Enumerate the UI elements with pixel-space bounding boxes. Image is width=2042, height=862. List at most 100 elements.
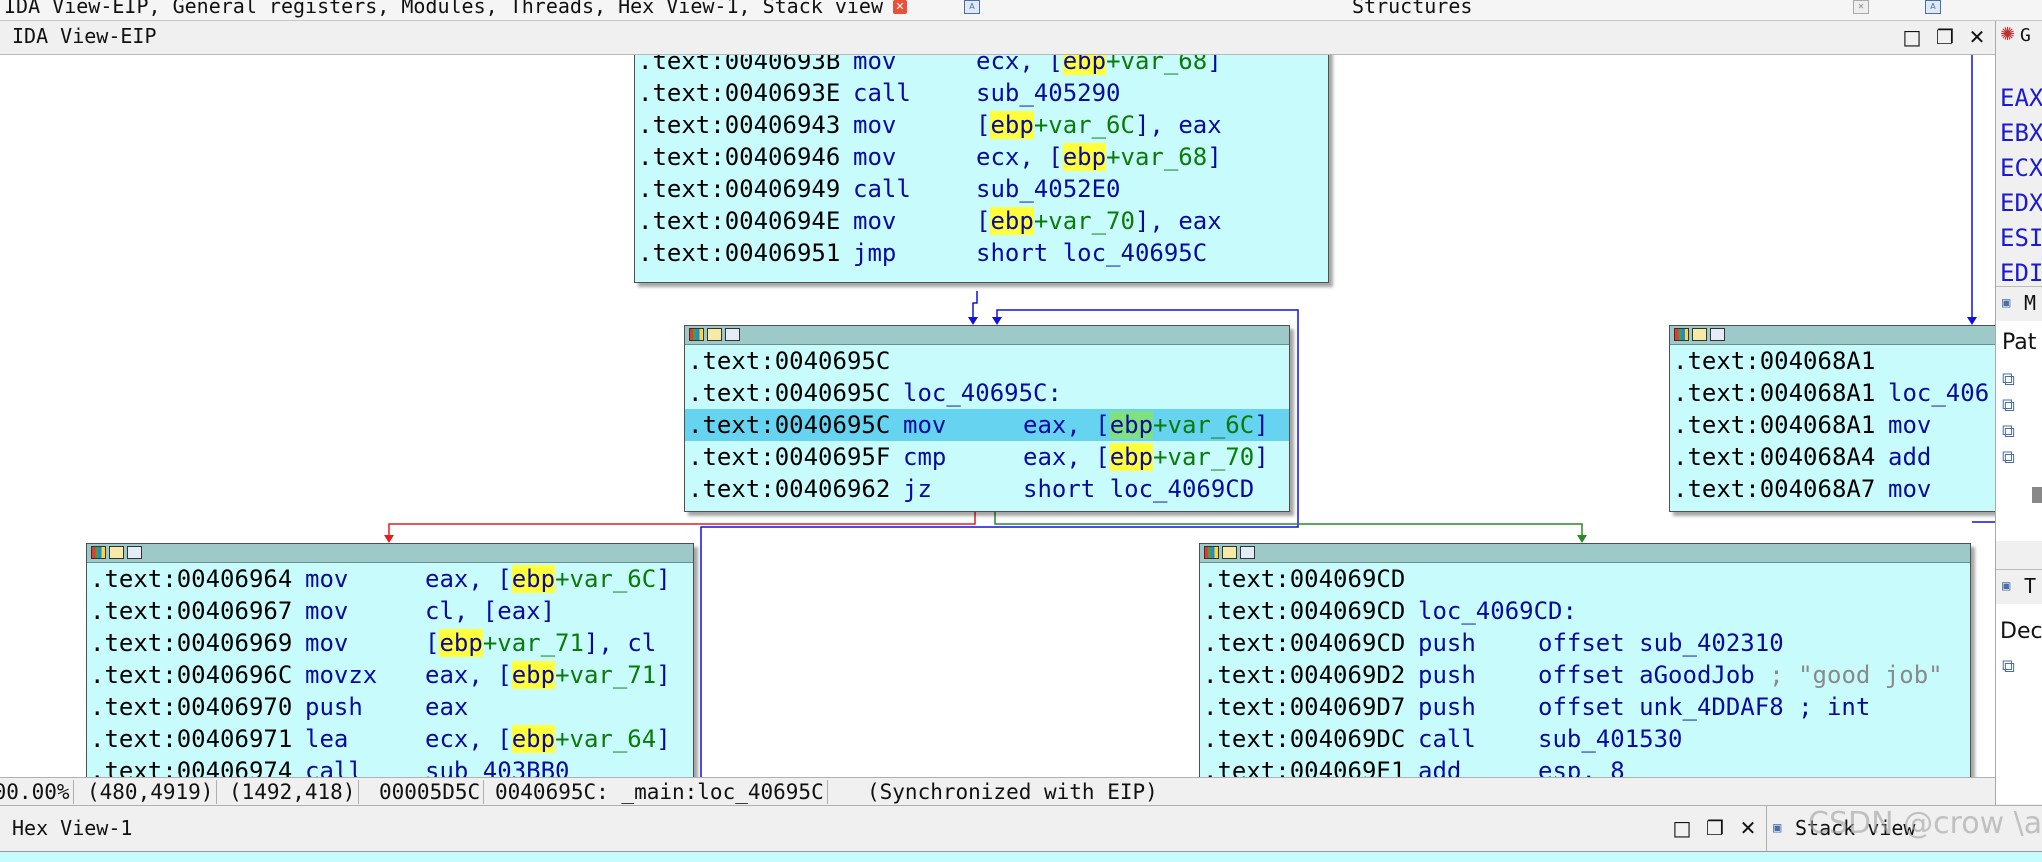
color-icon[interactable] [1674,328,1689,341]
code-operand[interactable]: eax, [ [1023,411,1110,439]
code-operand[interactable]: ], eax [1135,207,1222,235]
code-line[interactable]: .text:004069D7 push offset unk_4DDAF8 ; in… [1200,691,1970,723]
code-block-top[interactable]: .text:0040693B mov ecx, [ebp+var_68] .text:… [634,55,1329,283]
code-operand[interactable]: eax, [ [425,661,512,689]
code-line[interactable]: .text:0040694E mov [ebp+var_70], eax [635,205,1328,237]
code-operand[interactable]: ecx, [ [425,725,512,753]
code-variable[interactable]: +var_6C [1034,111,1135,139]
code-variable[interactable]: +var_68 [1106,55,1207,75]
code-operand[interactable]: ], cl [584,629,656,657]
code-operand[interactable]: short loc_4069CD [1023,475,1254,503]
code-line[interactable]: .text:00406969 mov [ebp+var_71], cl [87,627,693,659]
code-comment[interactable]: ; "good job" [1755,661,1942,689]
code-line[interactable]: .text:004069DC call sub_401530 [1200,723,1970,755]
code-line[interactable]: .text:0040695C [685,345,1289,377]
code-line[interactable]: .text:0040695F cmp eax, [ebp+var_70] [685,441,1289,473]
register-ebx[interactable]: EBX [2000,119,2042,147]
register-highlight[interactable]: ebp [511,661,556,689]
restore-button[interactable]: ❐ [1703,816,1727,840]
code-operand[interactable]: offset unk_4DDAF8 ; int [1538,693,1870,721]
code-variable[interactable]: +var_70 [1034,207,1135,235]
code-line[interactable]: .text:0040693B mov ecx, [ebp+var_68] [635,55,1328,77]
code-line[interactable]: .text:004069CD [1200,563,1970,595]
hex-view-title[interactable]: Hex View-1 [12,816,132,840]
code-operand[interactable]: eax, [ [1023,443,1110,471]
register-highlight[interactable]: ebp [1062,55,1107,75]
code-line[interactable]: .text:00406962 jz short loc_4069CD [685,473,1289,505]
code-variable[interactable]: +var_68 [1106,143,1207,171]
graph-icon[interactable] [1710,328,1725,341]
tab-ida-view-group[interactable]: IDA View-EIP, General registers, Modules… [4,0,883,18]
code-operand[interactable]: [ [976,111,990,139]
code-line[interactable]: .text:004068A4 add [1670,441,1995,473]
code-operand[interactable]: ] [1207,55,1221,75]
code-variable[interactable]: +var_6C [555,565,656,593]
code-operand[interactable]: ] [1254,443,1268,471]
code-line[interactable]: .text:004069CD loc_4069CD: [1200,595,1970,627]
register-highlight[interactable]: ebp [439,629,483,657]
graph-icon[interactable] [1240,546,1255,559]
code-operand[interactable]: sub_401530 [1538,725,1683,753]
code-line[interactable]: .text:00406974 call sub_403BB0 [87,755,693,777]
code-line[interactable]: .text:00406951 jmp short loc_40695C [635,237,1328,269]
code-line[interactable]: .text:00406971 lea ecx, [ebp+var_64] [87,723,693,755]
code-line[interactable]: .text:00406949 call sub_4052E0 [635,173,1328,205]
color-icon[interactable] [689,328,704,341]
code-operand[interactable]: sub_4052E0 [976,175,1121,203]
tab-structures[interactable]: Structures [1352,0,1472,18]
edit-icon[interactable] [1222,546,1237,559]
node-header[interactable] [1200,544,1970,563]
code-line[interactable]: .text:004069CD push offset sub_402310 [1200,627,1970,659]
color-icon[interactable] [1204,546,1219,559]
code-operand[interactable]: cl, [eax] [425,597,555,625]
code-line[interactable]: .text:004068A7 mov [1670,473,1995,505]
node-header[interactable] [1670,326,1995,345]
code-operand[interactable]: esp, 8 [1538,757,1625,777]
code-variable[interactable]: +var_64 [555,725,656,753]
register-edx[interactable]: EDX [2000,189,2042,217]
code-variable[interactable]: +var_71 [555,661,656,689]
code-block-loc-40695c[interactable]: .text:0040695C .text:0040695C loc_40695C:.… [684,325,1290,512]
close-button[interactable]: ✕ [1736,816,1760,840]
register-highlight[interactable]: ebp [1109,411,1154,439]
register-highlight[interactable]: ebp [511,565,556,593]
close-icon[interactable]: ✕ [893,0,907,14]
code-line[interactable]: .text:0040695C mov eax, [ebp+var_6C] [685,409,1289,441]
code-operand[interactable]: ] [656,661,670,689]
code-line[interactable]: .text:0040695C loc_40695C: [685,377,1289,409]
code-operand[interactable]: eax, [ [425,565,512,593]
register-ecx[interactable]: ECX [2000,154,2042,182]
register-highlight[interactable]: ebp [511,725,556,753]
register-esi[interactable]: ESI [2000,224,2042,252]
close-button[interactable]: ✕ [1965,25,1989,49]
code-operand[interactable]: ] [656,725,670,753]
code-operand[interactable]: ] [1254,411,1268,439]
code-line[interactable]: .text:0040693E call sub_405290 [635,77,1328,109]
maximize-button[interactable]: □ [1670,816,1694,840]
threads-tab[interactable]: T [2024,574,2036,598]
graph-canvas[interactable]: .text:0040693B mov ecx, [ebp+var_68] .text:… [0,55,1995,777]
code-operand[interactable]: ecx, [ [976,55,1063,75]
code-line[interactable]: .text:0040696C movzx eax, [ebp+var_71] [87,659,693,691]
modules-tab[interactable]: M [2024,291,2036,315]
code-line[interactable]: .text:004068A1 [1670,345,1995,377]
edit-icon[interactable] [109,546,124,559]
code-operand[interactable]: [ [425,629,439,657]
edit-icon[interactable] [707,328,722,341]
code-operand[interactable]: ] [656,565,670,593]
code-operand[interactable]: eax [425,693,468,721]
register-edi[interactable]: EDI [2000,259,2042,287]
code-line[interactable]: .text:00406964 mov eax, [ebp+var_6C] [87,563,693,595]
code-block-loc-4069cd[interactable]: .text:004069CD .text:004069CD loc_4069CD:.… [1199,543,1971,777]
code-line[interactable]: .text:00406946 mov ecx, [ebp+var_68] [635,141,1328,173]
code-line[interactable]: .text:00406970 push eax [87,691,693,723]
code-operand[interactable]: offset sub_402310 [1538,629,1784,657]
code-line[interactable]: .text:00406943 mov [ebp+var_6C], eax [635,109,1328,141]
code-line[interactable]: .text:004068A1 loc_406 [1670,377,1995,409]
code-variable[interactable]: +var_71 [483,629,584,657]
code-operand[interactable]: ecx, [ [976,143,1063,171]
code-line[interactable]: .text:004069D2 push offset aGoodJob ; "goo… [1200,659,1970,691]
code-operand[interactable]: offset aGoodJob [1538,661,1755,689]
color-icon[interactable] [91,546,106,559]
scrollbar-thumb[interactable] [2032,487,2042,503]
